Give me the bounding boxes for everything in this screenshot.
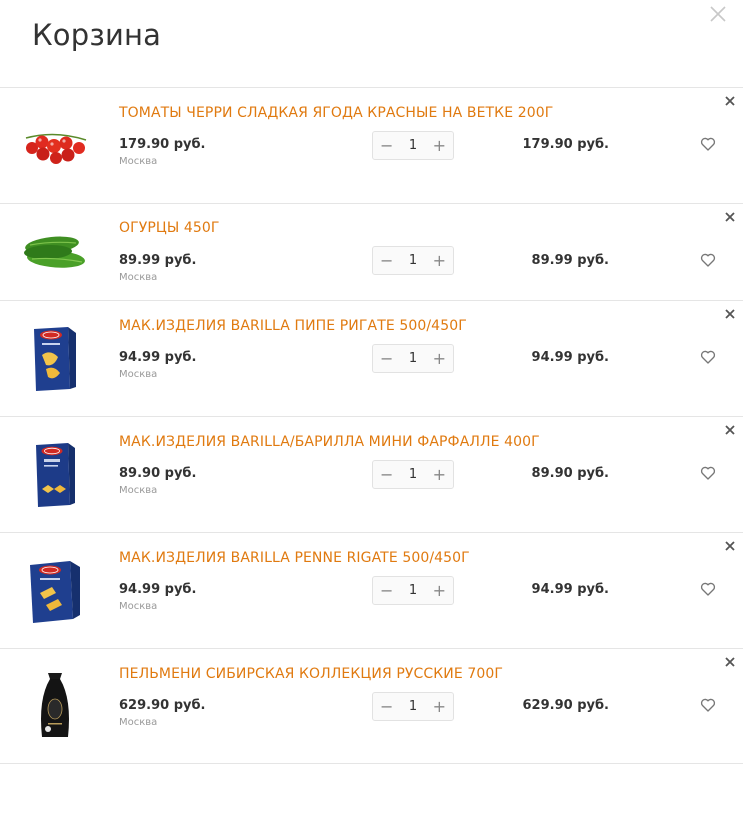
remove-icon[interactable] [725,652,737,667]
product-image-barilla-box[interactable] [18,437,92,511]
cart-item: ТОМАТЫ ЧЕРРИ СЛАДКАЯ ЯГОДА КРАСНЫЕ НА ВЕ… [0,87,743,203]
close-icon[interactable] [706,2,730,26]
quantity-stepper: − 1 + [372,460,454,489]
cart-item: ОГУРЦЫ 450Г 89.99 руб. Москва − 1 + 89.9… [0,203,743,300]
heart-icon[interactable] [699,348,719,368]
product-name-link[interactable]: ТОМАТЫ ЧЕРРИ СЛАДКАЯ ЯГОДА КРАСНЫЕ НА ВЕ… [119,105,553,121]
quantity-stepper: − 1 + [372,692,454,721]
remove-icon[interactable] [725,304,737,319]
city-label: Москва [119,369,158,380]
product-image-cherry-tomatoes[interactable] [18,108,92,182]
minus-icon[interactable]: − [373,345,400,372]
unit-price: 94.99 руб. [119,582,197,597]
remove-icon[interactable] [725,91,737,106]
page-title: Корзина [32,18,162,52]
quantity-value[interactable]: 1 [400,583,425,598]
unit-price: 179.90 руб. [119,137,206,152]
quantity-stepper: − 1 + [372,344,454,373]
minus-icon[interactable]: − [373,461,400,488]
product-name-link[interactable]: ПЕЛЬМЕНИ СИБИРСКАЯ КОЛЛЕКЦИЯ РУССКИЕ 700… [119,666,503,682]
city-label: Москва [119,717,158,728]
heart-icon[interactable] [699,464,719,484]
line-total: 179.90 руб. [522,137,610,152]
cart-item: МАК.ИЗДЕЛИЯ BARILLA ПИПЕ РИГАТЕ 500/450Г… [0,300,743,416]
plus-icon[interactable]: + [426,577,453,604]
minus-icon[interactable]: − [373,693,400,720]
line-total: 629.90 руб. [522,698,610,713]
remove-icon[interactable] [725,536,737,551]
line-total: 94.99 руб. [531,582,609,597]
quantity-stepper: − 1 + [372,131,454,160]
plus-icon[interactable]: + [426,345,453,372]
plus-icon[interactable]: + [426,132,453,159]
cart-item: МАК.ИЗДЕЛИЯ BARILLA/БАРИЛЛА МИНИ ФАРФАЛЛ… [0,416,743,532]
plus-icon[interactable]: + [426,247,453,274]
line-total: 94.99 руб. [531,350,609,365]
unit-price: 89.99 руб. [119,253,197,268]
unit-price: 94.99 руб. [119,350,197,365]
unit-price: 629.90 руб. [119,698,206,713]
product-image-barilla-box[interactable] [18,321,92,395]
city-label: Москва [119,485,158,496]
unit-price: 89.90 руб. [119,466,197,481]
remove-icon[interactable] [725,420,737,435]
quantity-stepper: − 1 + [372,576,454,605]
quantity-stepper: − 1 + [372,246,454,275]
product-name-link[interactable]: МАК.ИЗДЕЛИЯ BARILLA PENNE RIGATE 500/450… [119,550,470,566]
product-image-cucumbers[interactable] [18,215,92,289]
remove-icon[interactable] [725,207,737,222]
cart-item: ПЕЛЬМЕНИ СИБИРСКАЯ КОЛЛЕКЦИЯ РУССКИЕ 700… [0,648,743,764]
cart-item: МАК.ИЗДЕЛИЯ BARILLA PENNE RIGATE 500/450… [0,532,743,648]
quantity-value[interactable]: 1 [400,253,425,268]
city-label: Москва [119,272,158,283]
heart-icon[interactable] [699,251,719,271]
cart-list: ТОМАТЫ ЧЕРРИ СЛАДКАЯ ЯГОДА КРАСНЫЕ НА ВЕ… [0,87,743,764]
city-label: Москва [119,156,158,167]
line-total: 89.99 руб. [531,253,609,268]
heart-icon[interactable] [699,696,719,716]
heart-icon[interactable] [699,580,719,600]
city-label: Москва [119,601,158,612]
plus-icon[interactable]: + [426,693,453,720]
plus-icon[interactable]: + [426,461,453,488]
minus-icon[interactable]: − [373,577,400,604]
minus-icon[interactable]: − [373,132,400,159]
quantity-value[interactable]: 1 [400,467,425,482]
product-image-dumplings-bag[interactable] [18,669,92,743]
quantity-value[interactable]: 1 [400,138,425,153]
cart-header: Корзина [0,0,743,84]
product-name-link[interactable]: МАК.ИЗДЕЛИЯ BARILLA/БАРИЛЛА МИНИ ФАРФАЛЛ… [119,434,540,450]
product-name-link[interactable]: ОГУРЦЫ 450Г [119,220,220,236]
heart-icon[interactable] [699,135,719,155]
minus-icon[interactable]: − [373,247,400,274]
quantity-value[interactable]: 1 [400,699,425,714]
product-image-barilla-box[interactable] [18,553,92,627]
product-name-link[interactable]: МАК.ИЗДЕЛИЯ BARILLA ПИПЕ РИГАТЕ 500/450Г [119,318,467,334]
quantity-value[interactable]: 1 [400,351,425,366]
line-total: 89.90 руб. [531,466,609,481]
